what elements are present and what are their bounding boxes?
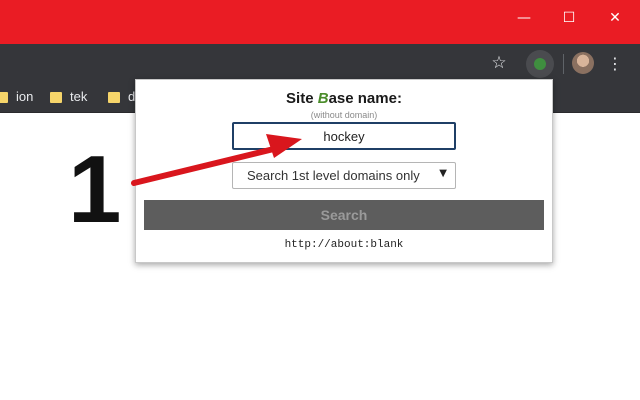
arrow-head <box>266 134 302 158</box>
arrow-annotation <box>131 134 302 186</box>
arrow-shaft <box>131 144 285 186</box>
